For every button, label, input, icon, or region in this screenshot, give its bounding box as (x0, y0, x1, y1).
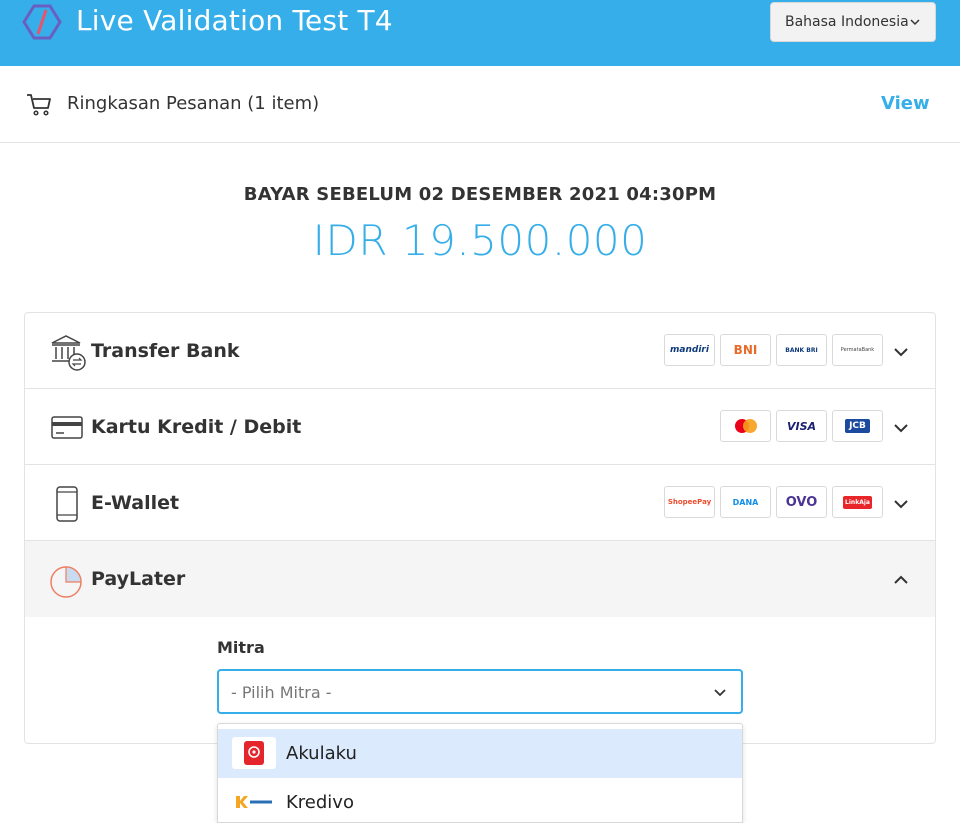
bni-logo: BNI (720, 334, 771, 366)
order-summary-label: Ringkasan Pesanan (1 item) (67, 93, 320, 114)
method-credit-card[interactable]: Kartu Kredit / Debit VISA JCB (25, 389, 935, 465)
bank-transfer-icon (51, 335, 86, 371)
dana-logo: DANA (720, 486, 771, 518)
option-label: Akulaku (286, 743, 357, 764)
option-label: Kredivo (286, 792, 354, 813)
view-order-link[interactable]: View (881, 93, 930, 114)
option-kredivo[interactable]: Kredivo (218, 778, 742, 822)
payment-deadline: BAYAR SEBELUM 02 DESEMBER 2021 04:30PM (243, 184, 717, 205)
chevron-down-icon (894, 500, 908, 509)
mitra-label: Mitra (217, 638, 265, 657)
card-logos: VISA JCB (720, 410, 883, 442)
chevron-down-icon (894, 424, 908, 433)
credit-card-icon (51, 416, 83, 439)
order-summary-bar: Ringkasan Pesanan (1 item) View (0, 66, 960, 143)
top-header: Live Validation Test T4 Bahasa Indonesia (0, 0, 960, 66)
method-label: PayLater (91, 568, 186, 590)
app-title: Live Validation Test T4 (76, 4, 393, 37)
payment-amount: IDR 19.500.000 (312, 216, 648, 265)
ovo-logo: OVO (776, 486, 827, 518)
method-label: E-Wallet (91, 492, 180, 514)
kredivo-logo (232, 786, 276, 818)
chevron-down-icon (894, 348, 908, 357)
method-paylater[interactable]: PayLater (25, 541, 935, 617)
mastercard-logo (720, 410, 771, 442)
chevron-up-icon (894, 575, 908, 584)
app-logo-icon (22, 4, 62, 40)
linkaja-logo: LinkAja (832, 486, 883, 518)
method-transfer-bank[interactable]: Transfer Bank mandiri BNI BANK BRI Perma… (25, 313, 935, 389)
mitra-dropdown: Akulaku Kredivo (217, 723, 743, 823)
jcb-logo: JCB (832, 410, 883, 442)
mitra-placeholder: - Pilih Mitra - (231, 683, 332, 702)
permata-logo: PermataBank (832, 334, 883, 366)
chevron-down-icon (910, 19, 920, 26)
bank-logos: mandiri BNI BANK BRI PermataBank (664, 334, 883, 366)
option-akulaku[interactable]: Akulaku (218, 729, 742, 778)
phone-icon (56, 486, 78, 522)
method-ewallet[interactable]: E-Wallet ShopeePay DANA OVO LinkAja (25, 465, 935, 541)
cart-icon (27, 94, 51, 116)
akulaku-logo (232, 737, 276, 769)
method-label: Kartu Kredit / Debit (91, 416, 302, 438)
language-selector[interactable]: Bahasa Indonesia (770, 2, 936, 42)
mitra-select[interactable]: - Pilih Mitra - (217, 669, 743, 714)
ewallet-logos: ShopeePay DANA OVO LinkAja (664, 486, 883, 518)
chevron-down-icon (714, 689, 726, 697)
method-label: Transfer Bank (91, 340, 240, 362)
shopeepay-logo: ShopeePay (664, 486, 715, 518)
mandiri-logo: mandiri (664, 334, 715, 366)
bri-logo: BANK BRI (776, 334, 827, 366)
language-label: Bahasa Indonesia (785, 14, 909, 30)
visa-logo: VISA (776, 410, 827, 442)
pie-chart-icon (50, 566, 82, 598)
